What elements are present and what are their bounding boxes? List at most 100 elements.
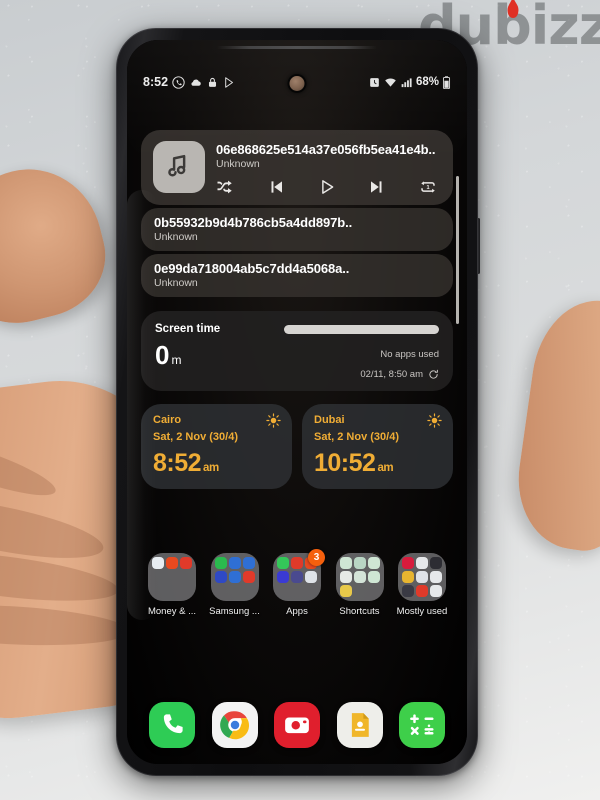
- folder-apps[interactable]: 3 Apps: [268, 549, 326, 617]
- screen-time-right: No apps used 02/11, 8:50 am: [284, 323, 439, 380]
- folder-mini-icon: [152, 557, 164, 569]
- folder-mini-icon: [430, 585, 442, 597]
- power-button[interactable]: [477, 218, 480, 274]
- clock-meridiem: am: [377, 462, 394, 474]
- folder-mini-icon: [367, 557, 380, 569]
- folder-mini-icon: [277, 557, 289, 569]
- home-screen-dock: [127, 702, 467, 748]
- folder-label: Apps: [286, 606, 308, 617]
- clock-city: Cairo: [153, 414, 182, 426]
- folder-mini-icon: [152, 585, 164, 597]
- folder-mini-icon: [339, 585, 352, 597]
- music-note-icon: [168, 154, 186, 177]
- screen-time-progress-bar: [284, 325, 439, 334]
- folder-mini-icon: [243, 585, 255, 597]
- folder-icon-grid: [210, 553, 259, 601]
- chrome-app[interactable]: [211, 702, 258, 748]
- album-art: [153, 141, 205, 193]
- media-player-widget[interactable]: 06e868625e514a37e056fb5ea41e4b.. Unknown: [141, 130, 453, 205]
- status-time: 8:52: [143, 75, 169, 89]
- screen-time-left: Screen time 0m: [155, 323, 284, 380]
- folder-mini-icon: [339, 571, 352, 583]
- folder-mini-icon: [242, 571, 255, 583]
- cloud-icon: [189, 76, 202, 89]
- signal-icon: [400, 76, 413, 89]
- folder-mini-icon: [228, 557, 241, 569]
- queue-track-1[interactable]: 0b55932b9d4b786cb5a4dd897b.. Unknown: [141, 208, 453, 251]
- status-bar: 8:52 68%: [127, 70, 467, 94]
- folder-label: Mostly used: [396, 606, 448, 617]
- folder-mini-icon: [166, 571, 178, 583]
- clock-time: 10:52 am: [314, 449, 394, 477]
- folder-mini-icon: [166, 557, 178, 569]
- folder-mini-icon: [368, 585, 380, 597]
- phone-screen[interactable]: 8:52 68% 06e868625e514a37e056fb5ea41e4b.…: [127, 40, 467, 764]
- folder-money[interactable]: Money & ...: [143, 553, 201, 617]
- lock-icon: [206, 76, 219, 89]
- folder-mostly-used[interactable]: Mostly used: [393, 553, 451, 617]
- phone-app[interactable]: [149, 702, 195, 748]
- clock-meridiem: am: [203, 462, 219, 474]
- whatsapp-icon: [172, 75, 185, 89]
- clock-time: 8:52 am: [153, 449, 219, 477]
- status-bar-left: 8:52: [143, 75, 236, 89]
- folder-mini-icon: [180, 585, 192, 597]
- folder-mini-icon: [215, 585, 227, 597]
- folder-icon-grid: [335, 553, 384, 601]
- track-title: 0e99da718004ab5c7dd4a5068a..: [154, 261, 350, 276]
- clock-city: Dubai: [314, 414, 345, 426]
- phone-device: 8:52 68% 06e868625e514a37e056fb5ea41e4b.…: [116, 28, 480, 776]
- no-apps-used-label: No apps used: [380, 349, 439, 360]
- folder-mini-icon: [166, 585, 178, 597]
- folder-mini-icon: [353, 557, 366, 569]
- play-store-icon: [223, 76, 236, 89]
- camera-icon: [285, 717, 309, 734]
- screen-time-unit: m: [171, 353, 182, 367]
- clock-widget-cairo[interactable]: Cairo Sat, 2 Nov (30/4) 8:52 am: [141, 404, 292, 489]
- folder-mini-icon: [291, 557, 303, 569]
- notes-app[interactable]: [336, 702, 383, 748]
- folder-shortcuts[interactable]: Shortcuts: [331, 553, 389, 617]
- shuffle-button[interactable]: [216, 178, 234, 196]
- screen-time-timestamp: 02/11, 8:50 am: [360, 369, 423, 380]
- folder-mini-icon: [305, 571, 317, 583]
- folder-mini-icon: [367, 571, 380, 583]
- folder-mini-icon: [291, 585, 303, 597]
- screen-time-value: 0m: [155, 340, 182, 370]
- folder-mini-icon: [402, 571, 414, 583]
- folder-mini-icon: [229, 585, 241, 597]
- fingers: [509, 292, 600, 558]
- queue-track-2[interactable]: 0e99da718004ab5c7dd4a5068a.. Unknown: [141, 254, 453, 297]
- folder-mini-icon: [242, 557, 255, 569]
- folder-mini-icon: [402, 557, 414, 569]
- media-info: 06e868625e514a37e056fb5ea41e4b.. Unknown: [216, 141, 441, 196]
- camera-app[interactable]: [274, 702, 320, 748]
- folder-mini-icon: [228, 571, 241, 583]
- thumb: [0, 154, 118, 336]
- next-track-button[interactable]: [368, 178, 386, 196]
- alarm-icon: [368, 76, 381, 89]
- refresh-icon[interactable]: [428, 369, 439, 380]
- folder-icon-grid: [398, 553, 446, 601]
- previous-track-button[interactable]: [267, 178, 285, 196]
- track-subtitle: Unknown: [154, 277, 198, 289]
- folder-label: Money & ...: [147, 606, 197, 617]
- sun-icon: [427, 413, 442, 428]
- folder-mini-icon: [277, 571, 289, 583]
- screen-time-widget[interactable]: Screen time 0m No apps used 02/11, 8:50 …: [141, 311, 453, 391]
- media-widget-stack[interactable]: 06e868625e514a37e056fb5ea41e4b.. Unknown: [141, 130, 459, 324]
- folder-mini-icon: [291, 571, 303, 583]
- flame-icon: [507, 0, 519, 18]
- clock-date: Sat, 2 Nov (30/4): [314, 431, 399, 443]
- media-controls: 1: [216, 178, 441, 196]
- calculator-app[interactable]: [399, 702, 445, 748]
- folder-mini-icon: [277, 585, 289, 597]
- media-stack-scrollbar[interactable]: [456, 176, 459, 324]
- folder-samsung[interactable]: Samsung ...: [206, 553, 264, 617]
- screen-time-label: Screen time: [155, 323, 221, 335]
- repeat-button[interactable]: 1: [419, 178, 437, 196]
- folder-mini-icon: [180, 571, 192, 583]
- folder-mini-icon: [180, 557, 192, 569]
- clock-widget-dubai[interactable]: Dubai Sat, 2 Nov (30/4) 10:52 am: [302, 404, 453, 489]
- play-button[interactable]: [318, 178, 336, 196]
